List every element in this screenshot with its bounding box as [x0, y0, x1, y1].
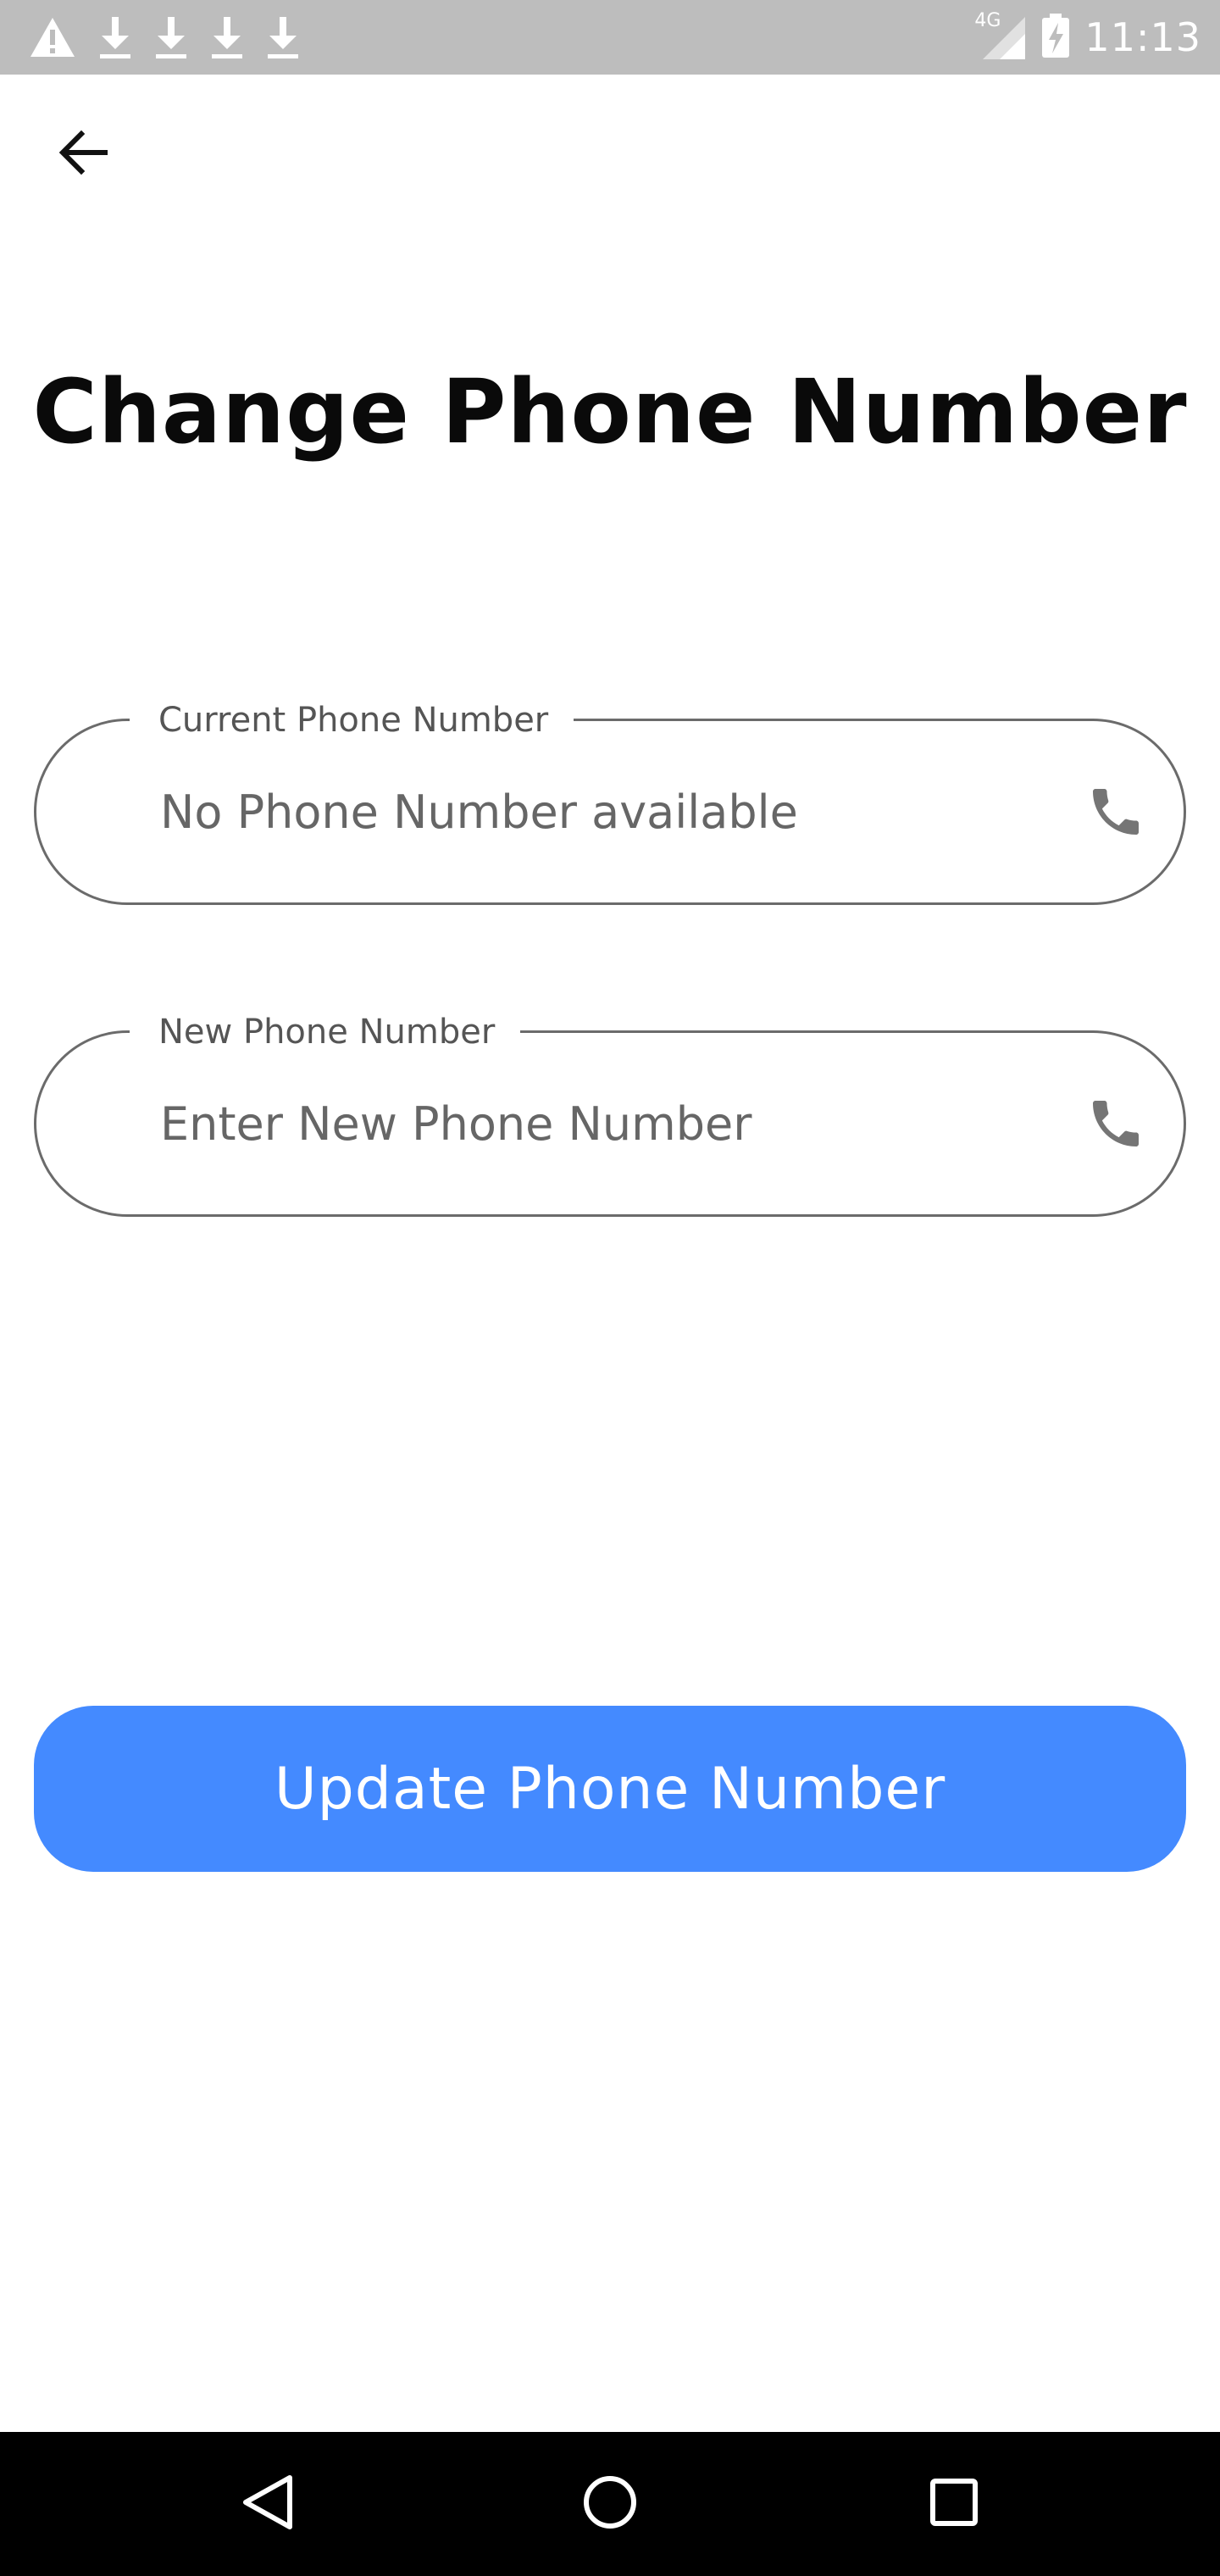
status-system-icons: 4G 11:13 [974, 0, 1201, 75]
download-icon [98, 15, 132, 59]
battery-charging-icon [1040, 12, 1071, 63]
status-time: 11:13 [1084, 14, 1201, 60]
status-bar: 4G 11:13 [0, 0, 1220, 75]
download-icon [154, 15, 188, 59]
nav-home-button[interactable] [551, 2432, 669, 2576]
status-notification-icons [29, 14, 300, 61]
nav-recents-button[interactable] [895, 2432, 1013, 2576]
new-phone-input[interactable]: Enter New Phone Number [160, 1033, 751, 1214]
network-type-label: 4G [974, 10, 1001, 31]
navigation-bar [0, 2432, 1220, 2576]
warning-icon [29, 16, 76, 58]
new-phone-field[interactable]: New Phone Number Enter New Phone Number [34, 1009, 1186, 1217]
nav-recents-square-icon [929, 2477, 979, 2531]
signal-4g-icon: 4G [974, 10, 1027, 61]
current-phone-value: No Phone Number available [160, 785, 798, 839]
phone-icon [1085, 1033, 1146, 1214]
arrow-back-icon [56, 125, 110, 183]
nav-back-triangle-icon [241, 2473, 295, 2535]
current-phone-field[interactable]: Current Phone Number No Phone Number ava… [34, 697, 1186, 905]
phone-icon [1085, 721, 1146, 902]
back-button[interactable] [47, 119, 119, 190]
download-icon [210, 15, 244, 59]
page-title: Change Phone Number [32, 360, 1188, 464]
update-phone-button[interactable]: Update Phone Number [34, 1706, 1186, 1872]
nav-back-button[interactable] [208, 2432, 327, 2576]
update-phone-button-label: Update Phone Number [274, 1755, 946, 1823]
download-icon [266, 15, 300, 59]
nav-home-circle-icon [582, 2474, 638, 2534]
